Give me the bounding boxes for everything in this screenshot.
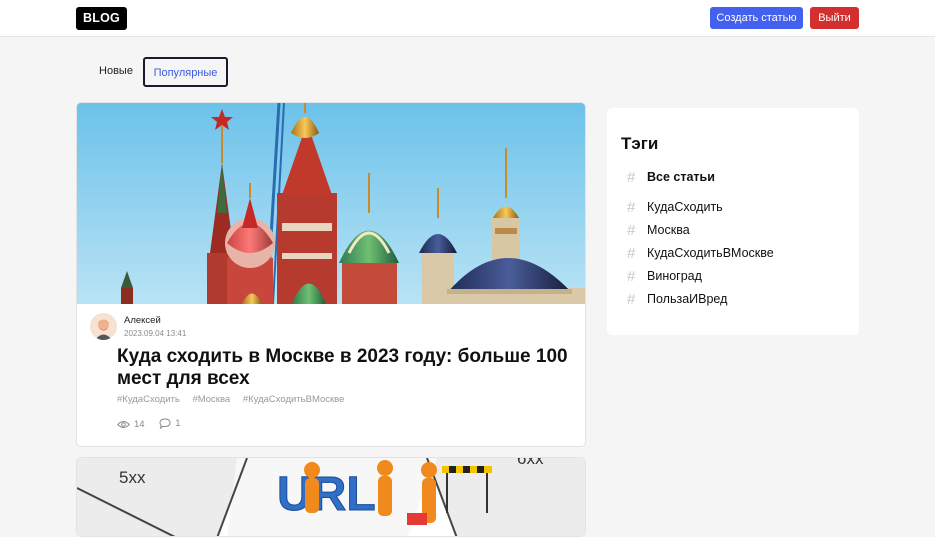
tag-item[interactable]: # ПользаИВред — [627, 290, 727, 308]
tab-new[interactable]: Новые — [90, 57, 142, 87]
create-article-button[interactable]: Создать статью — [710, 7, 803, 29]
post-tag[interactable]: #Москва — [192, 394, 230, 405]
hash-icon: # — [627, 198, 636, 216]
author-avatar[interactable] — [90, 313, 117, 340]
tags-panel: Тэги # Все статьи # КудаСходить # Москва… — [607, 108, 859, 335]
top-header: BLOG Создать статью Выйти — [0, 0, 935, 37]
image-label: URL — [277, 468, 376, 521]
tab-popular[interactable]: Популярные — [143, 57, 228, 87]
views-count: 14 — [134, 419, 145, 430]
author-name[interactable]: Алексей — [124, 315, 161, 326]
tag-item[interactable]: # КудаСходитьВМоскве — [627, 244, 774, 262]
hash-icon: # — [627, 168, 636, 186]
hash-icon: # — [627, 290, 636, 308]
hash-icon: # — [627, 267, 636, 285]
post-cover-image[interactable] — [77, 103, 586, 304]
post-tag[interactable]: #КудаСходить — [117, 394, 180, 405]
post-card[interactable]: Алексей 2023.09.04 13:41 Куда сходить в … — [76, 102, 586, 447]
tag-item[interactable]: # КудаСходить — [627, 198, 723, 216]
tags-title: Тэги — [621, 134, 659, 153]
tag-item[interactable]: # Виноград — [627, 267, 702, 285]
image-label: 5xx — [119, 468, 146, 487]
comments-count: 1 — [175, 418, 181, 429]
post-title[interactable]: Куда сходить в Москве в 2023 году: больш… — [117, 346, 577, 390]
tag-all-articles[interactable]: # Все статьи — [627, 168, 715, 186]
comments-stat[interactable]: 1 — [159, 418, 181, 429]
blog-logo[interactable]: BLOG — [76, 7, 127, 30]
post-cover-image[interactable]: 5xx 6xx URL — [77, 458, 586, 537]
post-card[interactable]: 5xx 6xx URL — [76, 457, 586, 537]
image-label: 6xx — [517, 458, 544, 468]
post-tags: #КудаСходить #Москва #КудаСходитьВМоскве — [117, 394, 354, 405]
comment-icon — [159, 418, 171, 429]
post-tag[interactable]: #КудаСходитьВМоскве — [243, 394, 345, 405]
post-stats: 14 1 — [117, 418, 193, 432]
post-date: 2023.09.04 13:41 — [124, 329, 187, 338]
tag-item[interactable]: # Москва — [627, 221, 690, 239]
views-stat: 14 — [117, 419, 145, 430]
hash-icon: # — [627, 221, 636, 239]
logout-button[interactable]: Выйти — [810, 7, 859, 29]
eye-icon — [117, 421, 130, 428]
hash-icon: # — [627, 244, 636, 262]
